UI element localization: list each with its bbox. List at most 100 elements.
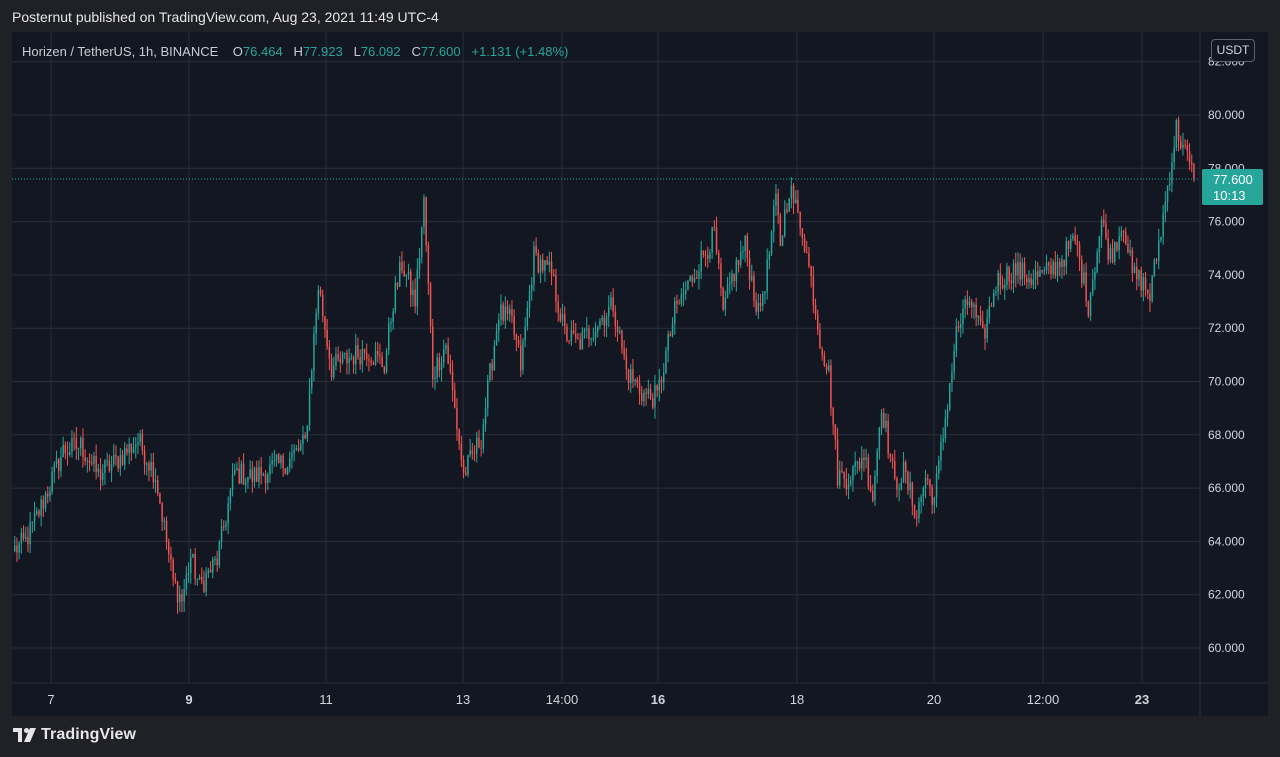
candle-body — [935, 473, 938, 498]
candle-body — [960, 324, 962, 329]
candle — [902, 451, 905, 483]
candle-body — [1081, 259, 1083, 284]
candlestick-chart[interactable]: 60.000 62.000 64.000 66.000 68.000 70.000 72.0… — [12, 32, 1268, 716]
candle-body — [707, 255, 709, 259]
candle — [682, 282, 685, 306]
candle — [264, 470, 267, 494]
candle-body — [1116, 242, 1118, 251]
candle-body — [1072, 235, 1074, 240]
candle-body — [1063, 259, 1065, 267]
candle-body — [368, 359, 370, 361]
candle-body — [643, 392, 645, 402]
candle — [907, 470, 909, 495]
candle — [594, 322, 597, 346]
candle-body — [16, 545, 18, 553]
candle — [817, 309, 819, 336]
currency-button[interactable]: USDT — [1211, 39, 1255, 62]
candle-body — [614, 311, 617, 327]
candle-body — [249, 469, 251, 478]
candle-body — [394, 282, 397, 312]
candle-body — [1127, 243, 1129, 253]
candle-body — [192, 553, 194, 558]
candle — [581, 327, 584, 350]
candle — [977, 315, 980, 326]
candle-body — [1138, 269, 1140, 280]
candle-body — [713, 227, 716, 229]
tradingview-brand[interactable]: TradingView — [13, 726, 136, 744]
candle — [572, 319, 575, 335]
candle — [539, 255, 542, 284]
candle-body — [18, 543, 20, 553]
candle — [1177, 116, 1180, 152]
candle-body — [317, 289, 320, 314]
candle — [313, 326, 315, 382]
candle-body — [898, 489, 900, 491]
candle-body — [366, 353, 368, 360]
candle-body — [139, 433, 141, 443]
candle-body — [242, 463, 245, 485]
candle-body — [564, 313, 566, 327]
candle — [271, 452, 273, 474]
candle-body — [471, 450, 474, 454]
candle — [946, 403, 949, 427]
candle-body — [143, 450, 146, 465]
candle — [663, 363, 665, 391]
candle — [982, 310, 984, 329]
candle-body — [291, 453, 293, 459]
candle-body — [42, 499, 45, 509]
candle-body — [1160, 237, 1162, 241]
candle-body — [377, 351, 379, 355]
candle-body — [553, 274, 555, 276]
candle — [555, 268, 557, 313]
candle-body — [654, 385, 656, 408]
candle — [940, 434, 942, 471]
candle-body — [212, 559, 214, 573]
candle-body — [652, 398, 654, 408]
candle — [546, 256, 548, 266]
candle-body — [341, 353, 344, 363]
candle — [957, 320, 960, 333]
candle-body — [931, 487, 933, 505]
y-tick-label: 72.000 — [1208, 321, 1245, 335]
candle-body — [709, 252, 711, 259]
open-value: 76.464 — [242, 44, 283, 59]
candle-body — [102, 472, 104, 480]
candle-body — [326, 329, 328, 347]
candle-body — [1149, 293, 1151, 301]
candle-body — [502, 304, 504, 321]
candle — [319, 286, 322, 297]
candle — [231, 463, 234, 497]
candle-body — [1065, 241, 1068, 267]
candle — [139, 429, 141, 447]
candle-body — [223, 526, 225, 528]
candle-body — [711, 227, 713, 253]
candle-body — [678, 303, 680, 305]
candle-body — [616, 326, 619, 333]
candle-body — [1180, 140, 1182, 148]
candle — [1074, 226, 1076, 245]
candle — [671, 317, 674, 338]
candle — [40, 495, 42, 527]
change-value: +1.131 (+1.48%) — [471, 44, 569, 59]
candle — [553, 269, 555, 277]
candle-body — [803, 237, 806, 253]
candle — [988, 296, 991, 324]
candle — [854, 451, 856, 476]
candle — [568, 339, 570, 345]
candle — [374, 341, 377, 367]
candle-body — [271, 460, 273, 465]
candle — [220, 519, 223, 550]
candle — [370, 356, 372, 367]
candle-body — [993, 292, 995, 307]
candle — [1072, 232, 1074, 242]
candle — [623, 340, 625, 360]
candle-body — [75, 438, 78, 449]
candle — [311, 368, 313, 394]
candle-body — [858, 461, 861, 469]
candle — [1133, 262, 1136, 274]
candle-body — [20, 532, 23, 544]
candle-body — [1021, 262, 1024, 280]
candle-body — [867, 457, 870, 487]
candle — [152, 452, 155, 489]
candle — [27, 526, 29, 553]
